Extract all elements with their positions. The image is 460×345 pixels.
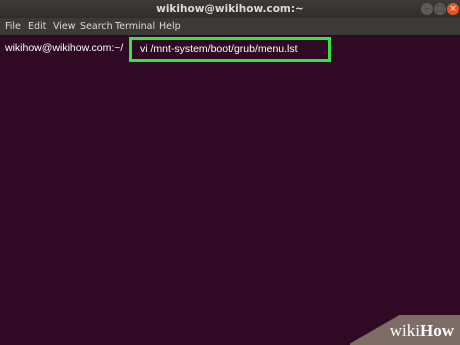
terminal-command: vi /mnt-system/boot/grub/menu.lst	[140, 43, 298, 55]
title-bar: wikihow@wikihow.com:~ – □ ×	[0, 0, 460, 18]
window-title: wikihow@wikihow.com:~	[156, 3, 304, 15]
terminal-prompt: wikihow@wikihow.com:~/	[5, 42, 124, 54]
menu-bar: File Edit View Search Terminal Help	[0, 18, 460, 35]
menu-search[interactable]: Search	[80, 18, 113, 35]
terminal-area[interactable]: wikihow@wikihow.com:~/	[0, 35, 460, 345]
watermark-logo: wikiHow	[389, 321, 454, 340]
minimize-button[interactable]: –	[421, 3, 433, 15]
wikihow-watermark: wikiHow	[350, 315, 460, 345]
menu-help[interactable]: Help	[159, 18, 181, 35]
maximize-button[interactable]: □	[434, 3, 446, 15]
command-highlight-box: vi /mnt-system/boot/grub/menu.lst	[129, 37, 331, 62]
menu-file[interactable]: File	[5, 18, 21, 35]
menu-terminal[interactable]: Terminal	[115, 18, 155, 35]
close-button[interactable]: ×	[447, 3, 459, 15]
menu-edit[interactable]: Edit	[28, 18, 46, 35]
menu-view[interactable]: View	[53, 18, 76, 35]
